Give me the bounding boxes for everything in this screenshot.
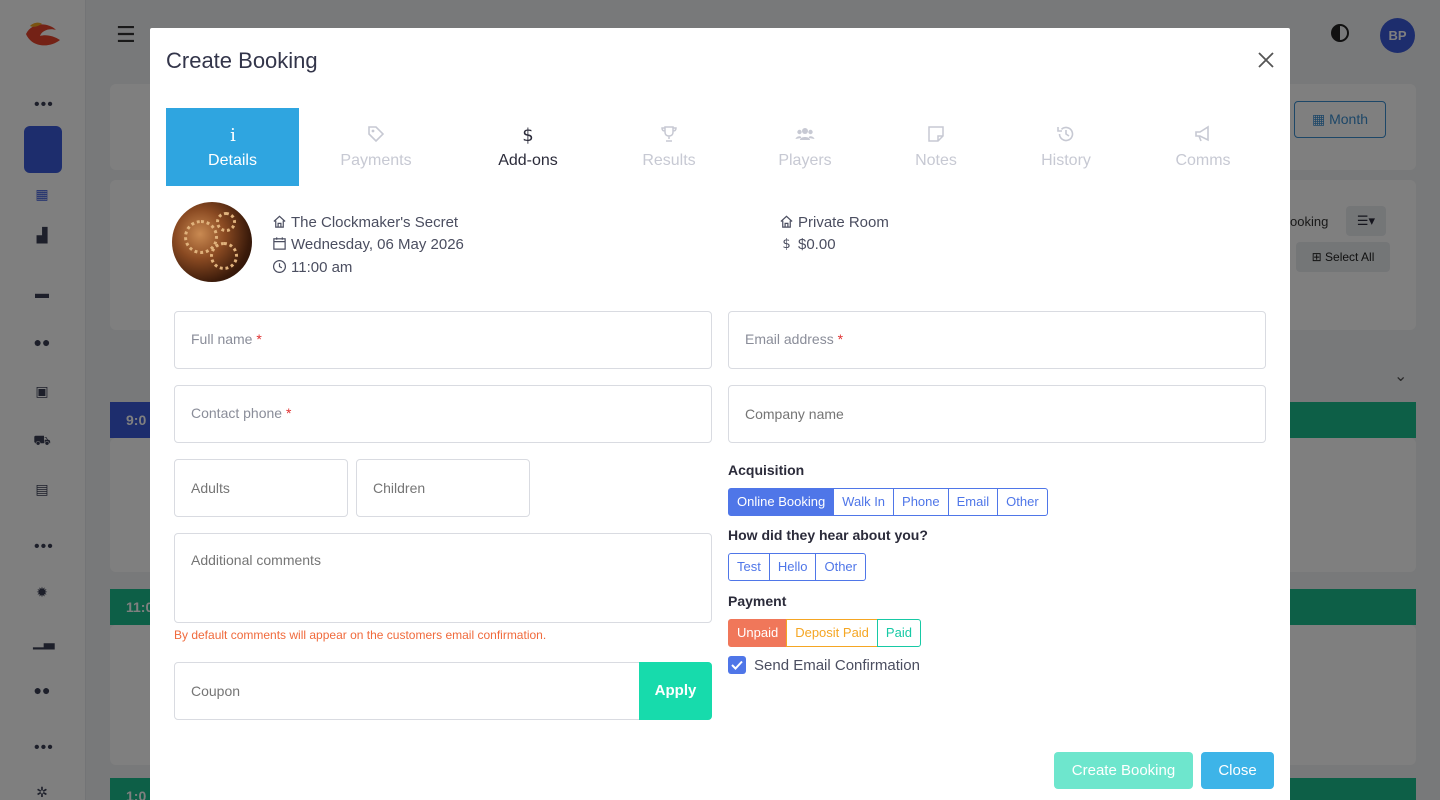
history-icon — [1008, 120, 1124, 150]
additional-comments-input[interactable] — [175, 534, 711, 622]
tab-label: History — [1041, 152, 1091, 169]
coupon-field[interactable] — [174, 662, 712, 720]
booking-date-text: Wednesday, 06 May 2026 — [291, 236, 464, 253]
email-input[interactable] — [729, 312, 1265, 368]
payment-label: Payment — [728, 593, 787, 609]
booking-price: $ $0.00 — [779, 236, 836, 253]
booking-price-text: $0.00 — [798, 236, 836, 253]
children-field[interactable] — [356, 459, 530, 517]
close-icon[interactable] — [1256, 50, 1276, 70]
tab-label: Results — [642, 152, 696, 169]
tab-details[interactable]: i Details — [166, 108, 299, 186]
contact-phone-field[interactable]: Contact phone * — [174, 385, 712, 443]
acquisition-phone[interactable]: Phone — [893, 488, 949, 516]
create-booking-modal: Create Booking i Details Payments $ Add-… — [150, 28, 1290, 800]
heard-other[interactable]: Other — [815, 553, 866, 581]
experience-name-text: The Clockmaker's Secret — [291, 214, 459, 231]
payment-unpaid[interactable]: Unpaid — [728, 619, 788, 647]
heard-hello[interactable]: Hello — [768, 553, 817, 581]
tags-icon — [309, 120, 443, 150]
booking-summary: The Clockmaker's Secret Wednesday, 06 Ma… — [170, 202, 1270, 286]
full-name-field[interactable]: Full name * — [174, 311, 712, 369]
tab-players[interactable]: Players — [746, 108, 864, 186]
clock-icon — [272, 259, 287, 274]
acquisition-email[interactable]: Email — [947, 488, 999, 516]
heard-test[interactable]: Test — [728, 553, 770, 581]
acquisition-label: Acquisition — [728, 462, 805, 478]
tab-label: Details — [208, 152, 257, 169]
acquisition-walk-in[interactable]: Walk In — [833, 488, 895, 516]
company-name-input[interactable] — [729, 386, 1265, 442]
home-icon — [780, 215, 793, 228]
payment-paid[interactable]: Paid — [876, 619, 921, 647]
booking-time-text: 11:00 am — [291, 259, 353, 276]
payment-options: Unpaid Deposit Paid Paid — [728, 619, 921, 647]
full-name-input[interactable] — [175, 312, 711, 368]
tab-add-ons[interactable]: $ Add-ons — [462, 108, 594, 186]
dollar-icon: $ — [462, 120, 594, 150]
tab-label: Notes — [915, 152, 957, 169]
info-icon: i — [166, 120, 299, 150]
tab-label: Payments — [340, 152, 412, 169]
adults-input[interactable] — [175, 460, 347, 516]
additional-comments-field[interactable] — [174, 533, 712, 623]
svg-text:i: i — [230, 125, 236, 144]
heard-about-label: How did they hear about you? — [728, 527, 928, 543]
acquisition-online-booking[interactable]: Online Booking — [728, 488, 835, 516]
tab-results[interactable]: Results — [610, 108, 728, 186]
payment-deposit-paid[interactable]: Deposit Paid — [786, 619, 878, 647]
checkmark-icon — [731, 660, 743, 670]
calendar-icon — [273, 237, 286, 250]
experience-name: The Clockmaker's Secret — [272, 214, 458, 231]
tab-label: Add-ons — [498, 152, 558, 169]
send-email-checkbox[interactable] — [728, 656, 746, 674]
email-field[interactable]: Email address * — [728, 311, 1266, 369]
coupon-input[interactable] — [175, 663, 635, 719]
trophy-icon — [610, 120, 728, 150]
acquisition-options: Online Booking Walk In Phone Email Other — [728, 488, 1048, 516]
megaphone-icon — [1144, 120, 1262, 150]
booking-tabs: i Details Payments $ Add-ons Results Pla… — [166, 108, 1276, 186]
home-icon — [273, 215, 286, 228]
tab-notes[interactable]: Notes — [878, 108, 994, 186]
booking-time: 11:00 am — [272, 259, 352, 276]
comments-hint: By default comments will appear on the c… — [174, 628, 547, 642]
dollar-icon: $ — [782, 237, 790, 252]
send-email-label: Send Email Confirmation — [754, 657, 920, 674]
heard-about-options: Test Hello Other — [728, 553, 866, 581]
apply-coupon-button[interactable]: Apply — [639, 662, 712, 720]
svg-text:$: $ — [522, 125, 533, 144]
create-booking-button[interactable]: Create Booking — [1054, 752, 1193, 789]
adults-field[interactable] — [174, 459, 348, 517]
contact-phone-input[interactable] — [175, 386, 711, 442]
tab-payments[interactable]: Payments — [309, 108, 443, 186]
svg-text:$: $ — [782, 237, 790, 251]
close-button[interactable]: Close — [1201, 752, 1274, 789]
room-name-text: Private Room — [798, 214, 889, 231]
experience-image — [172, 202, 252, 282]
room-name: Private Room — [779, 214, 889, 231]
users-icon — [746, 120, 864, 150]
tab-label: Comms — [1175, 152, 1231, 169]
tab-label: Players — [778, 152, 832, 169]
tab-comms[interactable]: Comms — [1144, 108, 1262, 186]
company-name-field[interactable] — [728, 385, 1266, 443]
tab-history[interactable]: History — [1008, 108, 1124, 186]
modal-title: Create Booking — [166, 48, 318, 73]
acquisition-other[interactable]: Other — [997, 488, 1048, 516]
booking-date: Wednesday, 06 May 2026 — [272, 236, 464, 253]
children-input[interactable] — [357, 460, 529, 516]
note-icon — [878, 120, 994, 150]
